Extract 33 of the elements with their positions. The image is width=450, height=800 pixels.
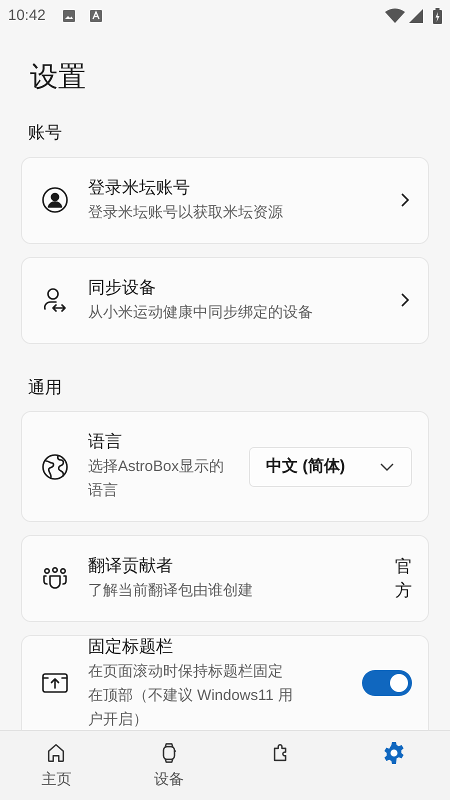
settings-card[interactable]: 同步设备 从小米运动健康中同步绑定的设备 [21, 256, 429, 344]
globe-icon [40, 452, 70, 482]
setting-title: 固定标题栏 [88, 636, 174, 658]
setting-description: 了解当前翻译包由谁创建 [88, 581, 254, 601]
section-heading: 账号 [27, 122, 63, 144]
section-heading: 通用 [27, 376, 63, 398]
setting-title: 同步设备 [88, 276, 157, 298]
setting-description: 在页面滚动时保持标题栏固定在顶部（不建议 Windows11 用户开启） [88, 662, 294, 730]
wifi-icon [385, 8, 405, 24]
app-icon [90, 9, 102, 23]
setting-value: 官方 [395, 556, 412, 602]
nav-tab[interactable]: 设备 [112, 731, 225, 800]
settings-card[interactable]: 翻译贡献者 了解当前翻译包由谁创建 官方 [21, 535, 429, 622]
person-circle-icon [40, 185, 70, 215]
nav-tab[interactable]: 主页 [0, 731, 112, 800]
setting-title: 语言 [88, 431, 123, 453]
setting-description: 从小米运动健康中同步绑定的设备 [88, 302, 314, 322]
setting-description: 登录米坛账号以获取米坛资源 [88, 202, 284, 222]
battery-icon [433, 8, 442, 24]
settings-card[interactable]: 固定标题栏 在页面滚动时保持标题栏固定在顶部（不建议 Windows11 用户开启） [21, 635, 429, 730]
settings-card[interactable]: 登录米坛账号 登录米坛账号以获取米坛资源 [21, 156, 429, 244]
image-icon [62, 9, 76, 23]
setting-title: 翻译贡献者 [88, 555, 174, 577]
status-time: 10:42 [8, 6, 46, 26]
page-title: 设置 [29, 60, 87, 94]
settings-card[interactable]: 语言 选择AstroBox显示的语言 中文 (简体) [21, 411, 429, 522]
settings-icon [382, 741, 406, 765]
setting-description: 选择AstroBox显示的语言 [88, 457, 225, 501]
language-dropdown[interactable]: 中文 (简体) [249, 446, 412, 486]
caret-icon [379, 462, 395, 472]
signal-icon [409, 9, 423, 23]
toggle-switch[interactable] [362, 670, 412, 696]
setting-title: 登录米坛账号 [88, 176, 191, 198]
